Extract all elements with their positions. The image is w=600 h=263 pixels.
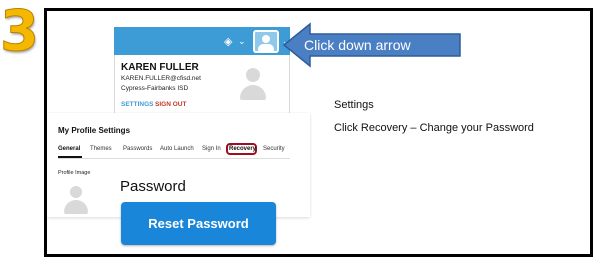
placeholder-head [246,68,260,82]
tab-auto-launch[interactable]: Auto Launch [160,146,194,152]
profile-placeholder-icon [240,68,266,102]
avatar-body [258,44,274,51]
user-email: KAREN.FULLER@cfisd.net [121,75,201,82]
user-organization: Cypress-Fairbanks ISD [121,85,189,92]
profile-avatar-head [70,186,82,198]
reset-password-button[interactable]: Reset Password [121,202,276,245]
chevron-down-icon[interactable]: ⌄ [238,36,246,47]
password-heading: Password [120,178,186,195]
tab-security[interactable]: Security [263,146,285,152]
tab-sign-in[interactable]: Sign In [202,146,221,152]
profile-avatar-body [64,200,88,214]
callout-text: Click down arrow [304,37,411,53]
tab-recovery[interactable]: Recovery [229,146,256,152]
placeholder-body [240,85,266,100]
tab-passwords[interactable]: Passwords [123,146,152,152]
tag-icon[interactable]: ◈ [224,35,232,48]
settings-link[interactable]: SETTINGS [121,101,154,108]
instruction-heading: Settings [334,99,374,111]
profile-image-avatar[interactable] [64,186,88,216]
avatar-head [262,35,270,43]
profile-image-label: Profile Image [58,170,91,176]
settings-title: My Profile Settings [58,126,131,135]
instruction-body: Click Recovery – Change your Password [334,122,534,134]
step-number: 3 [0,0,39,64]
tabs-divider [58,158,290,159]
user-name: KAREN FULLER [121,62,199,73]
active-tab-indicator [58,156,82,158]
sign-out-link[interactable]: SIGN OUT [155,101,186,108]
tab-themes[interactable]: Themes [90,146,112,152]
user-avatar-button[interactable] [253,30,279,53]
tab-general[interactable]: General [58,146,80,152]
